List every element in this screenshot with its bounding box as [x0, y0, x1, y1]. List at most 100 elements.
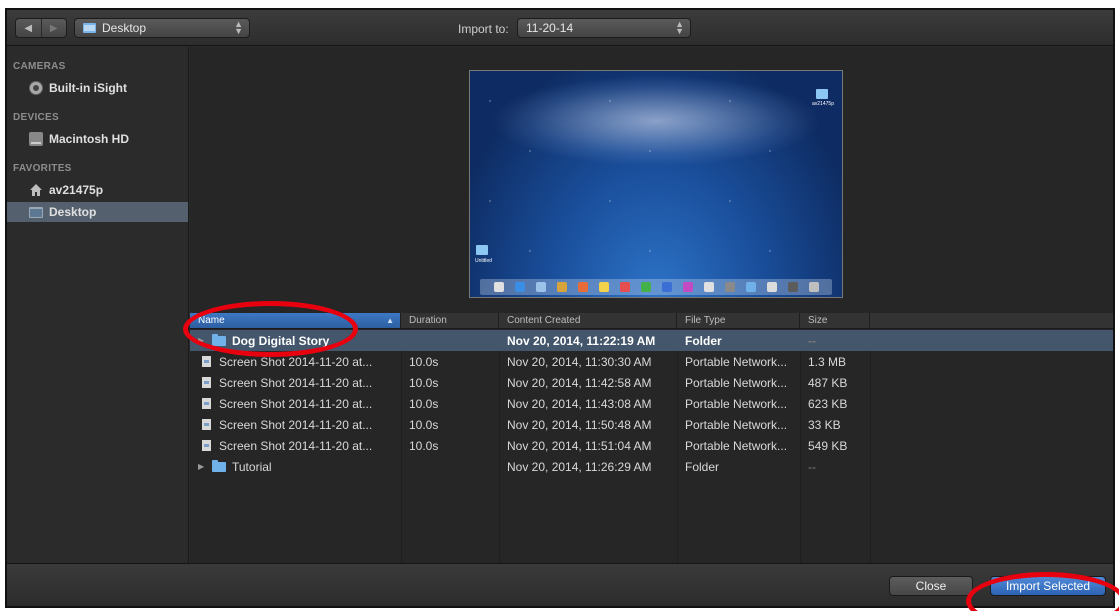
starfield — [470, 71, 842, 297]
sidebar: CAMERAS Built-in iSight DEVICES Macintos… — [7, 47, 189, 563]
sidebar-item-macintosh-hd[interactable]: Macintosh HD — [7, 129, 188, 149]
sidebar-item-label: Macintosh HD — [49, 132, 130, 146]
preview-thumbnail: av21475p Untitled — [469, 70, 843, 298]
row-duration — [401, 330, 499, 351]
table-row-tutorial[interactable]: ▶ Tutorial Nov 20, 2014, 11:26:29 AM Fold… — [190, 456, 1113, 477]
dock — [480, 279, 832, 295]
import-to-popup[interactable]: 11-20-14 ▲ ▼ — [517, 18, 691, 38]
preview-folder-label: av21475p — [812, 101, 834, 107]
camera-icon — [29, 81, 43, 95]
preview-folder2-label: Untitled — [475, 258, 492, 264]
row-size: 623 KB — [808, 396, 848, 411]
row-duration: 10.0s — [409, 438, 439, 453]
row-created: Nov 20, 2014, 11:22:19 AM — [507, 333, 656, 348]
import-to-value: 11-20-14 — [526, 21, 574, 35]
row-created: Nov 20, 2014, 11:43:08 AM — [507, 396, 652, 411]
home-icon — [29, 183, 43, 197]
sidebar-heading-favorites: FAVORITES — [13, 163, 72, 174]
chevron-updown-icon: ▲ ▼ — [675, 19, 684, 36]
preview-area: av21475p Untitled — [190, 47, 1113, 313]
image-file-icon — [202, 398, 211, 409]
row-size: -- — [808, 459, 816, 474]
row-size: 33 KB — [808, 417, 841, 432]
desktop-icon — [29, 206, 43, 218]
table-row[interactable]: Screen Shot 2014-11-20 at... 10.0s Nov 2… — [190, 435, 1113, 456]
chevron-updown-icon: ▲ ▼ — [234, 19, 243, 36]
disclosure-triangle-icon[interactable]: ▶ — [198, 462, 208, 471]
row-name: Screen Shot 2014-11-20 at... — [219, 354, 373, 369]
row-created: Nov 20, 2014, 11:30:30 AM — [507, 354, 652, 369]
table-row-dog-digital-story[interactable]: ▶ Dog Digital Story Nov 20, 2014, 11:22:1… — [190, 330, 1113, 351]
column-header-name[interactable]: Name ▲ — [190, 313, 401, 328]
nav-buttons: ◀ ▶ — [15, 18, 67, 38]
sidebar-item-built-in-isight[interactable]: Built-in iSight — [7, 78, 188, 98]
row-name: Dog Digital Story — [232, 333, 330, 348]
row-duration: 10.0s — [409, 417, 439, 432]
toolbar: ◀ ▶ Desktop ▲ ▼ Import to: 11-20-14 ▲ ▼ — [7, 10, 1113, 46]
import-to-label: Import to: — [458, 22, 509, 36]
sidebar-item-av21475p[interactable]: av21475p — [7, 180, 188, 200]
sidebar-item-desktop[interactable]: Desktop — [7, 202, 188, 222]
folder-icon — [476, 245, 488, 255]
table-row[interactable]: Screen Shot 2014-11-20 at... 10.0s Nov 2… — [190, 393, 1113, 414]
list-rows: ▶ Dog Digital Story Nov 20, 2014, 11:22:1… — [190, 330, 1113, 563]
folder-icon — [816, 89, 828, 99]
sidebar-heading-devices: DEVICES — [13, 112, 60, 123]
row-name: Screen Shot 2014-11-20 at... — [219, 396, 373, 411]
row-name: Screen Shot 2014-11-20 at... — [219, 438, 373, 453]
row-name: Screen Shot 2014-11-20 at... — [219, 375, 373, 390]
column-header-spacer — [870, 313, 1113, 328]
table-row[interactable]: Screen Shot 2014-11-20 at... 10.0s Nov 2… — [190, 414, 1113, 435]
sidebar-item-label: av21475p — [49, 183, 104, 197]
row-type: Folder — [685, 333, 722, 348]
location-popup[interactable]: Desktop ▲ ▼ — [74, 18, 250, 38]
row-size: -- — [808, 333, 816, 348]
file-list: Name ▲ Duration Content Created File Typ… — [190, 313, 1113, 563]
folder-icon — [212, 459, 226, 472]
sidebar-item-label: Desktop — [49, 205, 97, 219]
row-type: Portable Network... — [685, 375, 788, 390]
column-header-size[interactable]: Size — [800, 313, 870, 328]
close-button[interactable]: Close — [889, 576, 973, 596]
row-type: Folder — [685, 459, 720, 474]
image-file-icon — [202, 419, 211, 430]
row-type: Portable Network... — [685, 396, 788, 411]
image-file-icon — [202, 356, 211, 367]
row-type: Portable Network... — [685, 438, 788, 453]
row-duration: 10.0s — [409, 396, 439, 411]
row-size: 1.3 MB — [808, 354, 847, 369]
row-name: Screen Shot 2014-11-20 at... — [219, 417, 373, 432]
row-created: Nov 20, 2014, 11:50:48 AM — [507, 417, 652, 432]
back-button[interactable]: ◀ — [16, 19, 41, 37]
hard-drive-icon — [29, 132, 43, 146]
row-duration: 10.0s — [409, 354, 439, 369]
forward-button[interactable]: ▶ — [40, 19, 67, 37]
column-header-content-created[interactable]: Content Created — [499, 313, 677, 328]
row-created: Nov 20, 2014, 11:26:29 AM — [507, 459, 652, 474]
row-type: Portable Network... — [685, 354, 788, 369]
disclosure-triangle-icon[interactable]: ▶ — [198, 336, 208, 345]
import-window: ◀ ▶ Desktop ▲ ▼ Import to: 11-20-14 ▲ ▼ CA… — [5, 8, 1115, 608]
column-header-file-type[interactable]: File Type — [677, 313, 800, 328]
image-file-icon — [202, 377, 211, 388]
import-selected-button[interactable]: Import Selected — [990, 576, 1106, 596]
row-created: Nov 20, 2014, 11:42:58 AM — [507, 375, 652, 390]
sidebar-heading-cameras: CAMERAS — [13, 61, 66, 72]
row-size: 487 KB — [808, 375, 848, 390]
sidebar-item-label: Built-in iSight — [49, 81, 127, 95]
table-row[interactable]: Screen Shot 2014-11-20 at... 10.0s Nov 2… — [190, 372, 1113, 393]
table-row[interactable]: Screen Shot 2014-11-20 at... 10.0s Nov 2… — [190, 351, 1113, 372]
column-header-duration[interactable]: Duration — [401, 313, 499, 328]
row-type: Portable Network... — [685, 417, 788, 432]
folder-icon — [212, 333, 226, 346]
location-label: Desktop — [102, 21, 147, 35]
sort-ascending-icon: ▲ — [386, 316, 394, 325]
row-duration: 10.0s — [409, 375, 439, 390]
row-name: Tutorial — [232, 459, 272, 474]
folder-icon — [83, 23, 96, 33]
row-size: 549 KB — [808, 438, 848, 453]
image-file-icon — [202, 440, 211, 451]
row-duration — [401, 456, 499, 477]
bottom-bar: Close Import Selected — [7, 563, 1113, 606]
row-created: Nov 20, 2014, 11:51:04 AM — [507, 438, 652, 453]
